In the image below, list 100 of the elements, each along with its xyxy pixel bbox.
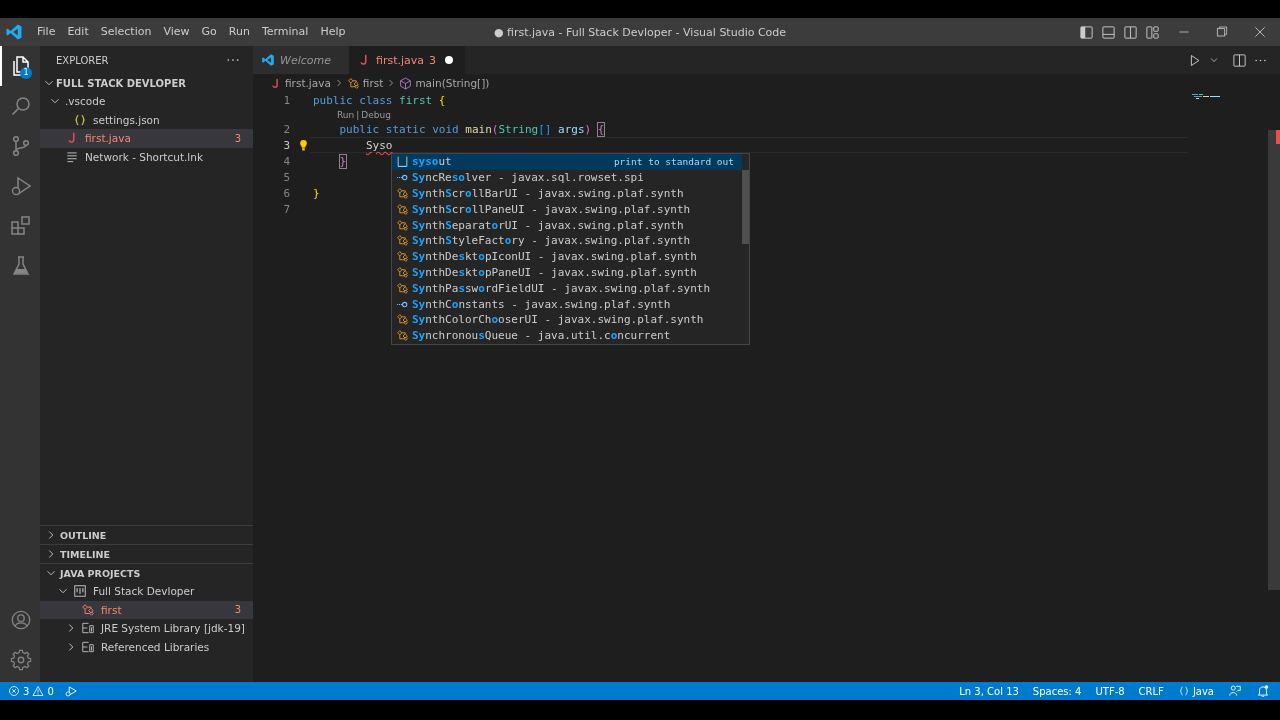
line-number: 5 (282, 170, 290, 184)
menu-item[interactable]: Go (195, 22, 223, 42)
menu-item[interactable]: Edit (61, 22, 95, 42)
sidebar-title: EXPLORER (56, 54, 110, 66)
codelens-link[interactable]: Debug (361, 109, 391, 120)
class-icon (396, 329, 409, 343)
status-item[interactable]: Ln 3, Col 13 (959, 685, 1019, 697)
class-icon (396, 187, 409, 200)
suggestion-item[interactable]: SyncResolver - javax.sql.rowset.spi (392, 169, 742, 186)
tree-item[interactable]: Network - Shortcut.lnk (40, 147, 253, 166)
vscode-logo-icon (261, 53, 275, 67)
panel-layout-icon[interactable] (1101, 24, 1116, 40)
menu-item[interactable]: Selection (94, 22, 158, 42)
class-icon (81, 602, 95, 617)
cube-icon (399, 76, 413, 90)
status-item[interactable]: CRLF (1138, 685, 1164, 697)
class-icon (396, 313, 409, 327)
folder-header[interactable]: FULL STACK DEVLOPER (40, 74, 253, 92)
problems-status[interactable]: 3 0 (8, 685, 54, 697)
suggestion-item[interactable]: SynthScrollPaneUI - javax.swing.plaf.synth (392, 201, 742, 218)
warning-icon (32, 685, 45, 697)
editor-tab[interactable]: Welcome (253, 46, 349, 74)
tree-item[interactable]: .vscode (40, 92, 253, 111)
class-icon (396, 202, 409, 216)
tree-item[interactable]: Full Stack Devloper (40, 582, 253, 601)
breadcrumb-item[interactable]: first (346, 76, 384, 90)
tree-item[interactable]: Referenced Libraries (40, 637, 253, 656)
class-icon (396, 265, 409, 279)
snippet-icon (396, 155, 409, 169)
line-number: 2 (282, 122, 290, 136)
scrollbar-thumb[interactable] (742, 170, 749, 244)
codelens-separator: | (356, 109, 360, 120)
code-line: } (338, 154, 347, 168)
tree-item[interactable]: JRE System Library [jdk-19] (40, 619, 253, 638)
tree-item[interactable]: settings.json (40, 110, 253, 129)
split-editor-icon[interactable] (1232, 52, 1247, 68)
suggestion-item[interactable]: SynthStyleFactory - javax.swing.plaf.synth (392, 233, 742, 249)
text-file-icon (65, 149, 79, 164)
line-number: 1 (282, 93, 290, 107)
suggestion-item[interactable]: SynthScrollBarUI - javax.swing.plaf.synth (392, 185, 742, 202)
suggestion-item[interactable]: SynthPasswordFieldUI - javax.swing.plaf.synth (392, 280, 742, 297)
close-icon[interactable] (1252, 24, 1268, 40)
suggestion-item[interactable]: SynthDesktopPaneUI - javax.swing.plaf.synth (392, 264, 742, 281)
breadcrumb-item[interactable]: first.java (269, 76, 331, 90)
section-header[interactable]: TIMELINE (40, 545, 253, 563)
codelens-link[interactable]: Run (337, 109, 355, 120)
suggestion-item[interactable]: SynthSeparatorUI - javax.swing.plaf.synth (392, 217, 742, 233)
feedback-icon[interactable] (1228, 684, 1242, 698)
status-item[interactable]: Spaces: 4 (1032, 685, 1082, 697)
line-number: 7 (282, 202, 290, 216)
split-layout-icon[interactable] (1123, 24, 1138, 40)
breadcrumb-item[interactable]: main(String[]) (399, 76, 490, 90)
editor-tab[interactable]: first.java 3 (349, 46, 466, 74)
tree-item[interactable]: first 3 (40, 600, 253, 619)
code-line: public class first { (313, 93, 446, 107)
menu-item[interactable]: View (157, 22, 196, 42)
line-number: 3 (282, 138, 290, 152)
bell-icon[interactable] (1256, 684, 1270, 698)
class-icon (396, 250, 409, 264)
menu-item[interactable]: Help (314, 22, 352, 42)
scrollbar-thumb[interactable] (1268, 130, 1280, 590)
error-icon (8, 685, 20, 697)
suggestion-item[interactable]: SynthColorChooserUI - javax.swing.plaf.synth (392, 311, 742, 328)
custom-layout-icon[interactable] (1145, 24, 1160, 40)
braces-icon (1177, 685, 1190, 697)
suggestion-item[interactable]: sysout print to standard out (392, 154, 742, 170)
line-number: 6 (282, 186, 290, 200)
settings-icon[interactable] (10, 649, 32, 671)
library-icon (81, 621, 95, 636)
braces-icon (73, 112, 87, 127)
minimap[interactable] (1192, 94, 1222, 100)
count-badge: 1 (20, 67, 32, 79)
code-line: public static void main(String[] args) { (338, 122, 605, 136)
window-title: ● first.java - Full Stack Devloper - Visual Studio Code (492, 25, 788, 39)
suggestion-item[interactable]: SynchronousQueue - java.util.concurrent (392, 327, 742, 344)
class-icon (396, 234, 409, 248)
sidebar-layout-icon[interactable] (1079, 24, 1094, 40)
search-icon (9, 94, 33, 118)
class-icon (396, 218, 409, 232)
suggestion-item[interactable]: SynthDesktopIconUI - javax.swing.plaf.synth (392, 248, 742, 265)
language-status[interactable]: Java (1177, 685, 1214, 697)
restore-icon[interactable] (1214, 24, 1230, 40)
run-debug-icon (9, 174, 33, 198)
class-icon (396, 281, 409, 295)
menu-item[interactable]: File (31, 22, 62, 42)
error-marker (1276, 130, 1280, 144)
debug-icon[interactable] (63, 684, 78, 698)
menu-item[interactable]: Run (222, 22, 256, 42)
tree-item[interactable]: first.java 3 (40, 129, 253, 148)
extensions-icon (9, 214, 33, 238)
project-icon (73, 584, 87, 599)
code-line: } (313, 186, 320, 200)
suggestion-item[interactable]: SynthConstants - javax.swing.plaf.synth (392, 296, 742, 312)
section-header[interactable]: JAVA PROJECTS (40, 564, 253, 582)
section-header[interactable]: OUTLINE (40, 526, 253, 544)
status-item[interactable]: UTF-8 (1095, 685, 1125, 697)
account-icon[interactable] (10, 609, 32, 631)
line-number: 4 (282, 154, 290, 168)
code-line: Syso (365, 138, 393, 152)
menu-item[interactable]: Terminal (255, 22, 315, 42)
